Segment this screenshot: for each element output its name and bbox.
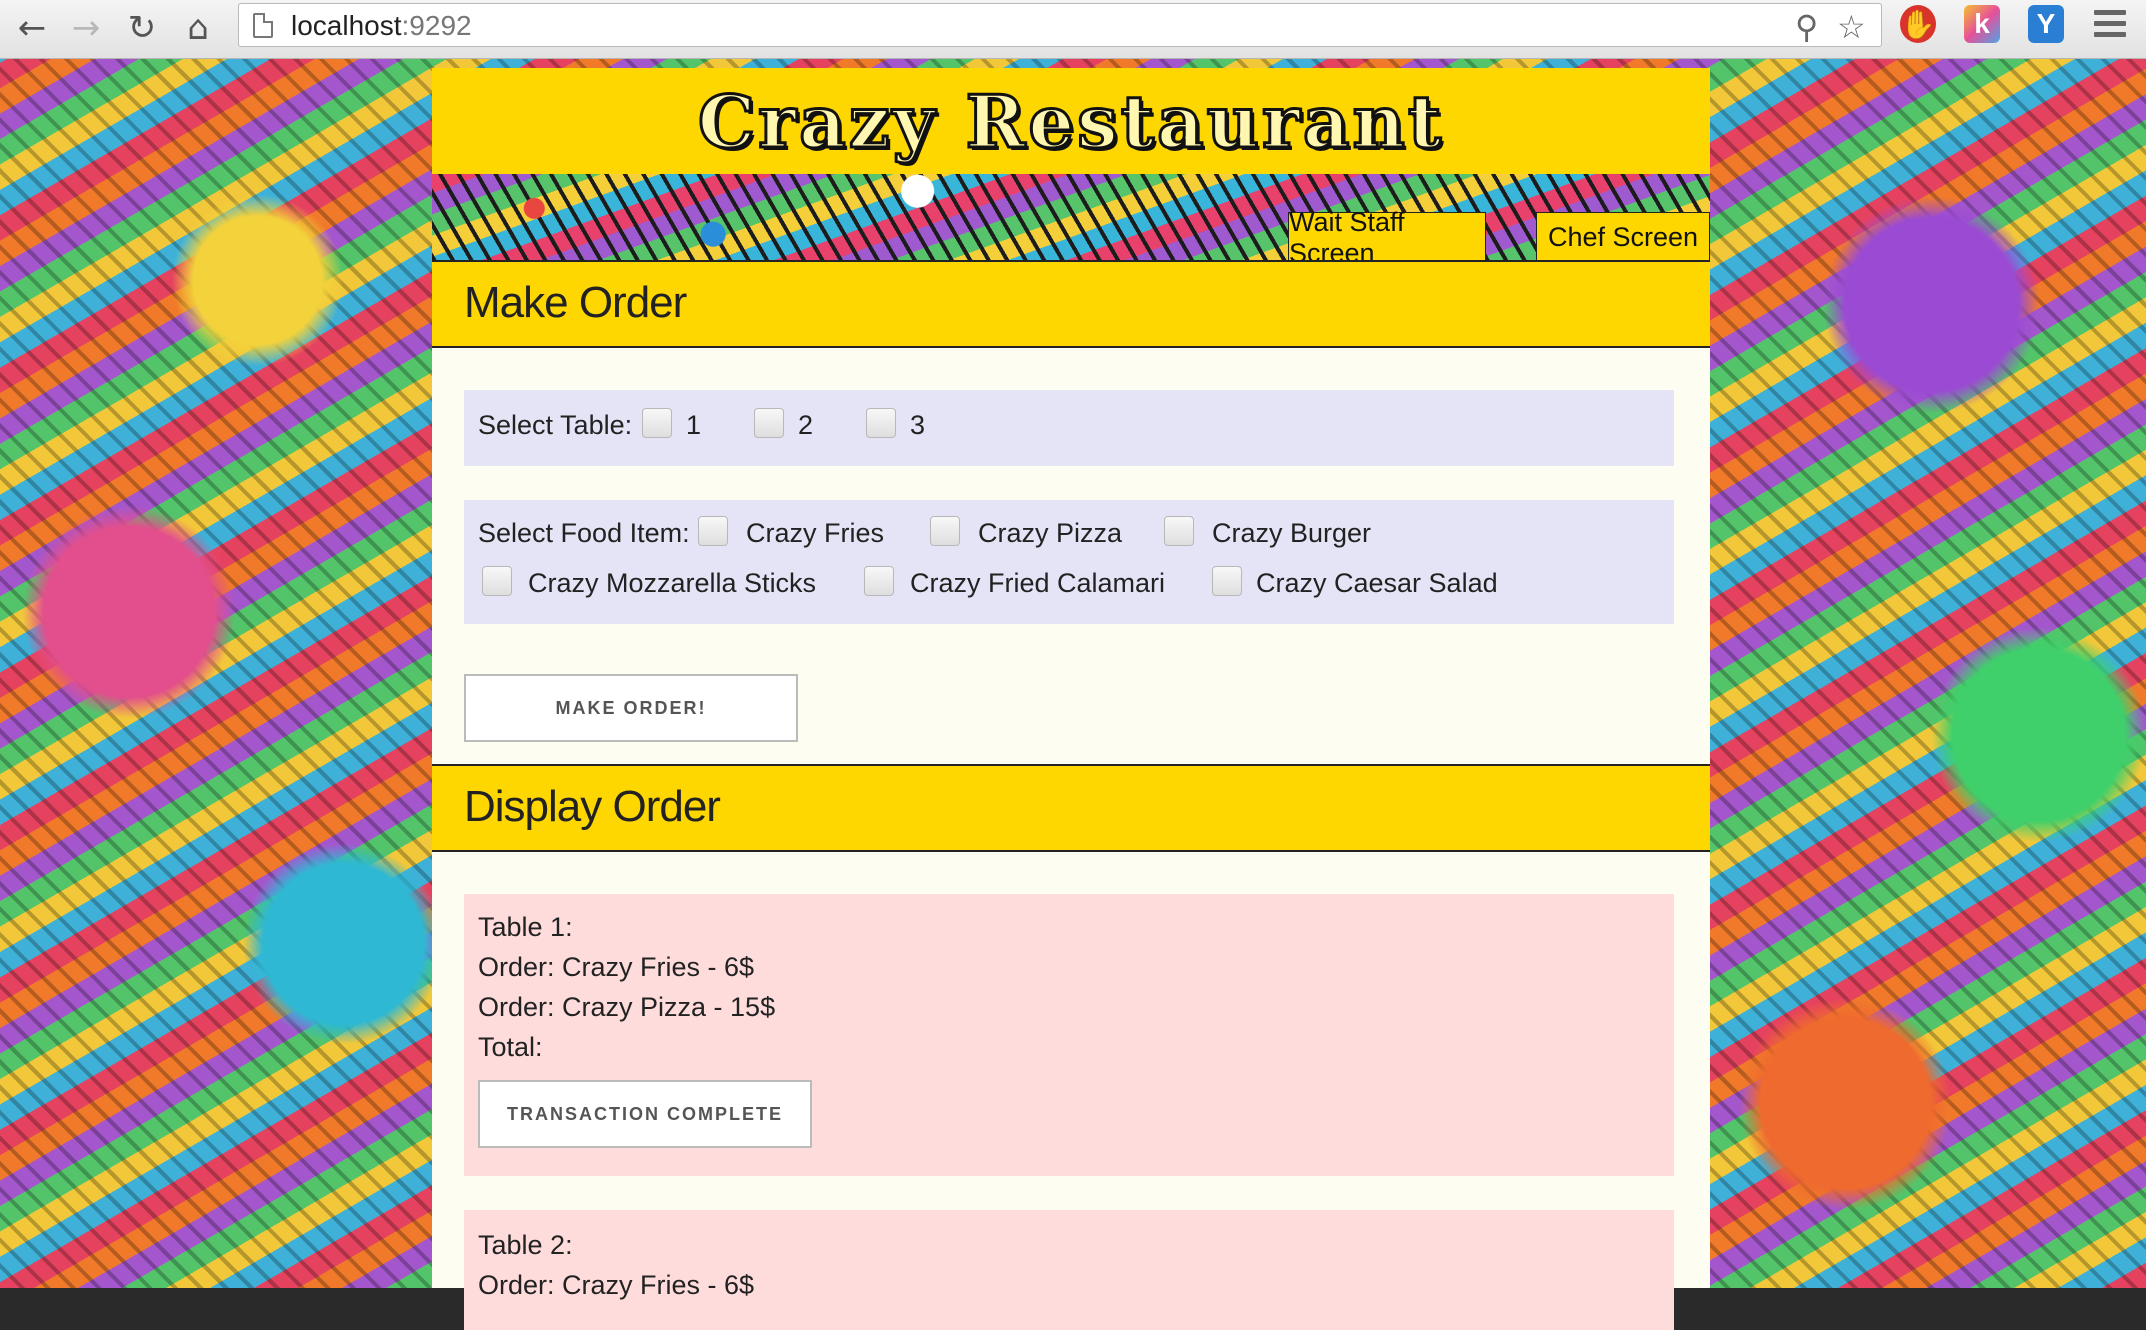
- select-table-panel: Select Table: 1 2 3: [464, 390, 1674, 466]
- crazy-pizza-label: Crazy Pizza: [978, 518, 1123, 548]
- back-arrow-icon[interactable]: ←: [10, 6, 54, 50]
- k-extension-icon[interactable]: k: [1964, 5, 2000, 43]
- select-table-label: Select Table:: [478, 410, 633, 440]
- crazy-fried-calamari-checkbox[interactable]: [864, 566, 894, 596]
- order-table-label: Table 2:: [478, 1230, 573, 1260]
- order-total: Total:: [478, 1032, 543, 1062]
- crazy-caesar-salad-label: Crazy Caesar Salad: [1256, 568, 1498, 598]
- url-text[interactable]: localhost:9292: [291, 10, 472, 42]
- crazy-mozzarella-sticks-checkbox[interactable]: [482, 566, 512, 596]
- tie-extension-icon[interactable]: Y: [2028, 5, 2064, 43]
- crazy-caesar-salad-checkbox[interactable]: [1212, 566, 1242, 596]
- display-order-heading: Display Order: [464, 782, 721, 831]
- select-food-label: Select Food Item:: [478, 518, 690, 548]
- crazy-burger-checkbox[interactable]: [1164, 516, 1194, 546]
- crazy-fried-calamari-label: Crazy Fried Calamari: [910, 568, 1166, 598]
- reload-icon[interactable]: ↻: [120, 6, 164, 50]
- site-header: Crazy Restaurant: [432, 68, 1710, 174]
- nav-wait-staff-screen[interactable]: Wait Staff Screen: [1288, 207, 1486, 268]
- adblock-extension-icon[interactable]: ✋: [1900, 5, 1936, 43]
- home-icon[interactable]: ⌂: [176, 6, 220, 50]
- crazy-fries-label: Crazy Fries: [746, 518, 885, 548]
- display-order-header: Display Order: [432, 764, 1710, 852]
- order-card-table-1: Table 1: Order: Crazy Fries - 6$ Order: …: [464, 894, 1674, 1176]
- order-item: Order: Crazy Pizza - 15$: [478, 992, 776, 1022]
- order-card-table-2: Table 2: Order: Crazy Fries - 6$: [464, 1210, 1674, 1330]
- order-table-label: Table 1:: [478, 912, 573, 942]
- search-icon[interactable]: ⚲: [1795, 8, 1818, 46]
- restaurant-app: Crazy Restaurant Wait Staff Screen Chef …: [432, 68, 1710, 1330]
- make-order-header: Make Order: [432, 260, 1710, 348]
- browser-toolbar: ← → ↻ ⌂ localhost:9292 ⚲ ☆ ✋ k Y: [0, 0, 2146, 59]
- menu-icon[interactable]: [2094, 10, 2126, 43]
- select-food-panel: Select Food Item: Crazy Fries Crazy Pizz…: [464, 500, 1674, 624]
- make-order-heading: Make Order: [464, 278, 687, 327]
- crazy-fries-checkbox[interactable]: [698, 516, 728, 546]
- crazy-mozzarella-sticks-label: Crazy Mozzarella Sticks: [528, 568, 817, 598]
- table-2-checkbox[interactable]: [754, 408, 784, 438]
- order-item: Order: Crazy Fries - 6$: [478, 952, 755, 982]
- header-banner-image: [432, 174, 1710, 260]
- bookmark-star-icon[interactable]: ☆: [1837, 8, 1866, 46]
- table-3-checkbox[interactable]: [866, 408, 896, 438]
- forward-arrow-icon[interactable]: →: [64, 6, 108, 50]
- page-icon: [253, 13, 273, 38]
- crazy-burger-label: Crazy Burger: [1212, 518, 1372, 548]
- table-3-label: 3: [910, 410, 926, 440]
- crazy-pizza-checkbox[interactable]: [930, 516, 960, 546]
- table-1-label: 1: [686, 410, 702, 440]
- site-title: Crazy Restaurant: [696, 77, 1445, 165]
- order-item: Order: Crazy Fries - 6$: [478, 1270, 755, 1300]
- transaction-complete-button[interactable]: TRANSACTION COMPLETE: [478, 1080, 812, 1148]
- make-order-button[interactable]: MAKE ORDER!: [464, 674, 798, 742]
- table-1-checkbox[interactable]: [642, 408, 672, 438]
- table-2-label: 2: [798, 410, 814, 440]
- nav-chef-screen[interactable]: Chef Screen: [1536, 212, 1710, 262]
- address-bar[interactable]: localhost:9292 ⚲ ☆: [238, 3, 1882, 47]
